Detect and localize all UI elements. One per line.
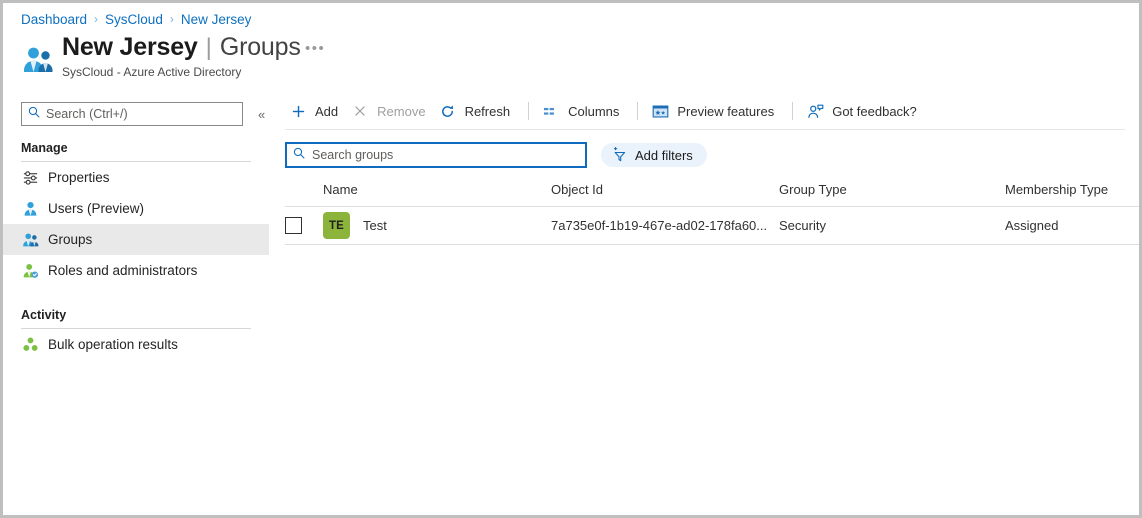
add-button[interactable]: Add xyxy=(285,98,347,124)
columns-icon xyxy=(541,102,561,120)
select-all-header xyxy=(285,182,323,207)
sidebar-item-users-preview[interactable]: Users (Preview) xyxy=(3,193,269,224)
sidebar-item-bulk-operation-results[interactable]: Bulk operation results xyxy=(3,329,269,360)
refresh-icon xyxy=(438,102,458,120)
column-header-membership-type[interactable]: Membership Type xyxy=(1005,182,1139,207)
sidebar-search-input[interactable] xyxy=(46,107,236,121)
row-select-cell xyxy=(285,206,323,245)
overflow-menu-button[interactable]: ••• xyxy=(300,41,330,57)
toolbar-separator xyxy=(637,102,639,120)
sidebar-section-label-manage: Manage xyxy=(21,141,68,155)
got-feedback-button-label: Got feedback? xyxy=(832,103,917,119)
column-header-object-id[interactable]: Object Id xyxy=(551,182,779,207)
columns-button-label: Columns xyxy=(568,103,620,119)
user-icon xyxy=(21,200,39,218)
user-shield-icon xyxy=(21,262,39,280)
breadcrumb-item-dashboard[interactable]: Dashboard xyxy=(21,12,87,27)
table-header: Name Object Id Group Type Membership Typ… xyxy=(285,182,1139,207)
breadcrumb-item-new-jersey[interactable]: New Jersey xyxy=(181,12,252,27)
search-icon xyxy=(28,105,40,123)
groups-search-input[interactable] xyxy=(312,148,579,162)
breadcrumb-separator-icon: › xyxy=(94,12,99,26)
sidebar-item-label: Users (Preview) xyxy=(48,201,145,216)
row-checkbox[interactable] xyxy=(285,217,302,234)
columns-button[interactable]: Columns xyxy=(538,98,628,124)
toolbar-divider xyxy=(285,129,1125,130)
table-header-row: Name Object Id Group Type Membership Typ… xyxy=(285,182,1139,207)
sidebar-item-groups[interactable]: Groups xyxy=(3,224,269,255)
page-title-divider: | xyxy=(205,34,212,61)
sidebar-item-label: Roles and administrators xyxy=(48,263,198,278)
search-icon xyxy=(293,146,305,164)
collapse-sidebar-button[interactable]: « xyxy=(255,105,268,124)
azure-portal-page: Dashboard › SysCloud › New Jersey New Je… xyxy=(0,0,1142,518)
preview-features-button-label: Preview features xyxy=(677,103,775,119)
page-title-main: New Jersey xyxy=(62,33,198,61)
users-group-icon xyxy=(21,43,55,77)
breadcrumb-separator-icon: › xyxy=(169,12,174,26)
add-button-label: Add xyxy=(315,103,339,119)
refresh-button-label: Refresh xyxy=(464,103,511,119)
sidebar-section-label-activity: Activity xyxy=(21,308,67,322)
content-area: Add Remove Refresh Columns Preview featu… xyxy=(285,93,1139,515)
column-header-name[interactable]: Name xyxy=(323,182,551,207)
table-body: TE Test 7a735e0f-1b19-467e-ad02-178fa60.… xyxy=(285,206,1139,245)
command-toolbar: Add Remove Refresh Columns Preview featu… xyxy=(285,93,1139,127)
column-header-group-type[interactable]: Group Type xyxy=(779,182,1005,207)
bulk-nodes-icon xyxy=(21,336,39,354)
refresh-button[interactable]: Refresh xyxy=(435,98,520,124)
toolbar-separator xyxy=(792,102,794,120)
breadcrumb: Dashboard › SysCloud › New Jersey xyxy=(21,10,251,28)
sidebar-item-label: Groups xyxy=(48,232,93,247)
page-title: New Jersey | Groups xyxy=(62,33,301,62)
remove-button-label: Remove xyxy=(377,103,426,119)
remove-button[interactable]: Remove xyxy=(347,98,434,124)
page-subtitle: SysCloud - Azure Active Directory xyxy=(62,65,242,79)
sliders-icon xyxy=(21,169,39,187)
toolbar-separator xyxy=(528,102,530,120)
add-filter-icon xyxy=(611,147,628,164)
groups-search-box[interactable] xyxy=(285,142,587,168)
table-row[interactable]: TE Test 7a735e0f-1b19-467e-ad02-178fa60.… xyxy=(285,206,1139,245)
sidebar-item-roles-and-administrators[interactable]: Roles and administrators xyxy=(3,255,269,286)
preview-features-icon xyxy=(650,102,670,120)
groups-table: Name Object Id Group Type Membership Typ… xyxy=(285,182,1139,245)
cell-membership-type: Assigned xyxy=(1005,206,1139,245)
page-title-section: Groups xyxy=(219,33,301,61)
add-filters-button[interactable]: Add filters xyxy=(601,143,707,167)
close-x-icon xyxy=(350,102,370,120)
breadcrumb-item-syscloud[interactable]: SysCloud xyxy=(105,12,163,27)
plus-icon xyxy=(288,102,308,120)
cell-name: TE Test xyxy=(323,206,551,245)
sidebar: « Manage Properties xyxy=(3,93,269,515)
feedback-person-icon xyxy=(805,102,825,120)
group-name-link[interactable]: Test xyxy=(363,218,387,233)
sidebar-item-label: Properties xyxy=(48,170,110,185)
avatar: TE xyxy=(323,212,350,239)
sidebar-item-label: Bulk operation results xyxy=(48,337,178,352)
cell-object-id: 7a735e0f-1b19-467e-ad02-178fa60... xyxy=(551,206,779,245)
sidebar-search-row: « xyxy=(21,99,269,129)
page-header: New Jersey | Groups SysCloud - Azure Act… xyxy=(21,33,301,79)
cell-group-type: Security xyxy=(779,206,1005,245)
preview-features-button[interactable]: Preview features xyxy=(647,98,783,124)
sidebar-search-box[interactable] xyxy=(21,102,243,126)
filter-row: Add filters xyxy=(285,142,1139,168)
sidebar-item-properties[interactable]: Properties xyxy=(3,162,269,193)
users-group-icon xyxy=(21,231,39,249)
add-filters-label: Add filters xyxy=(635,147,693,163)
got-feedback-button[interactable]: Got feedback? xyxy=(802,98,926,124)
